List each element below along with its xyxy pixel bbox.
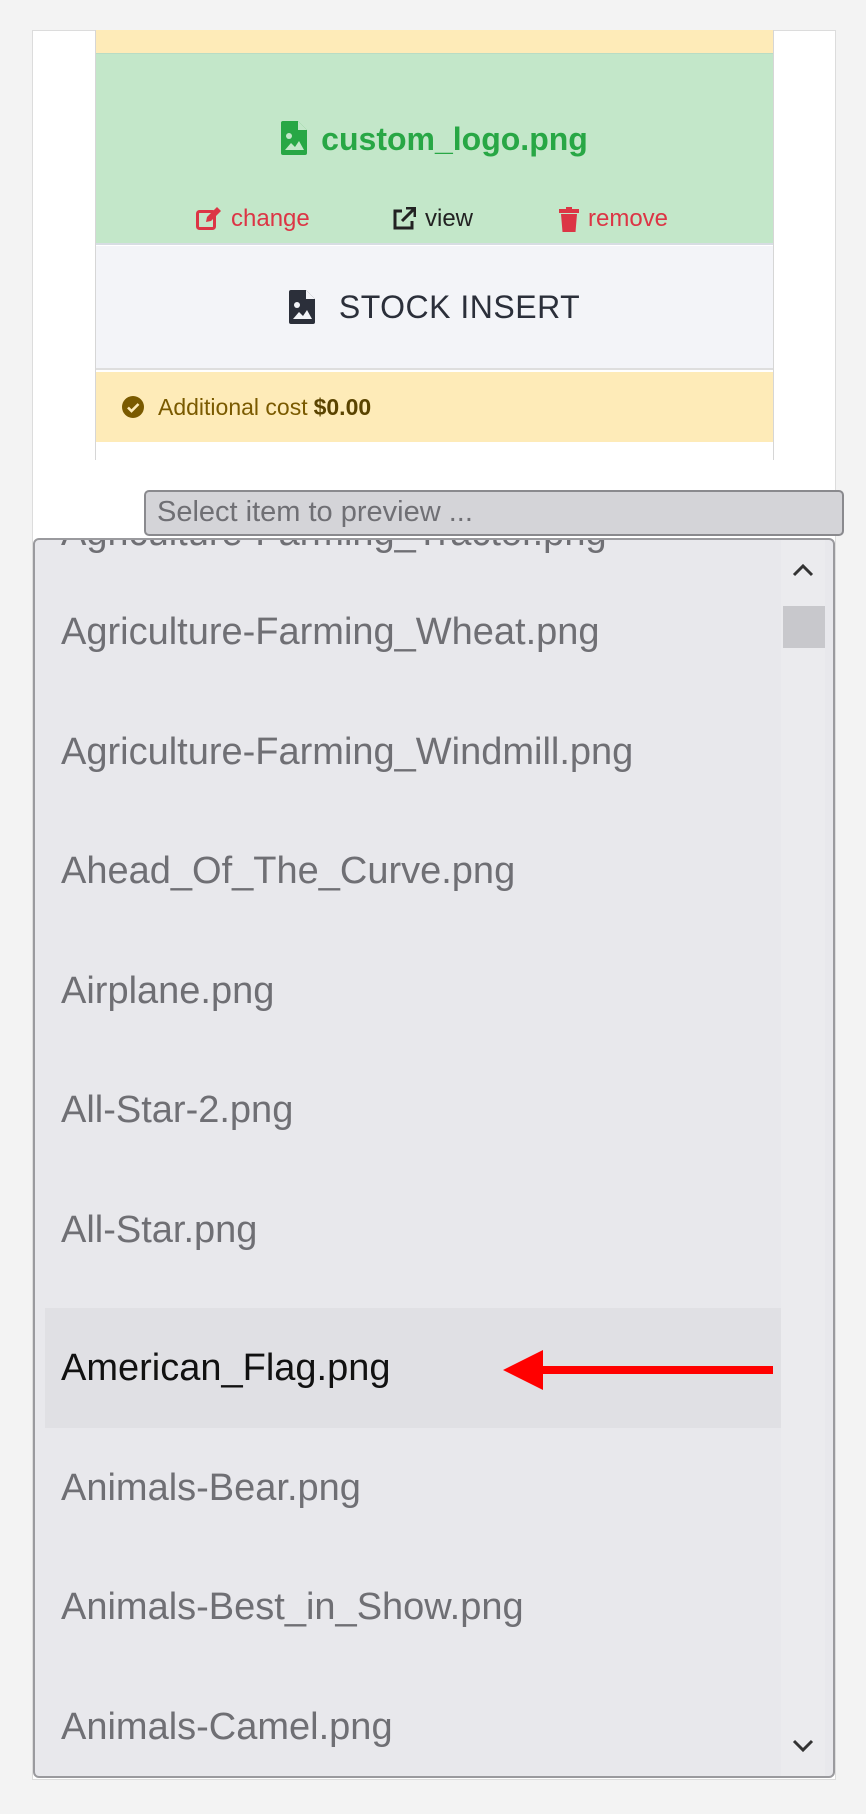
option-item[interactable]: Agriculture-Farming_Windmill.png [45,692,781,812]
file-image-icon [281,121,308,155]
select-placeholder: Select item to preview ... [157,496,473,528]
option-item[interactable]: Ahead_Of_The_Curve.png [45,811,781,931]
option-item[interactable]: Airplane.png [45,931,781,1051]
external-link-icon [393,207,416,230]
option-item[interactable]: All-Star.png [45,1170,781,1290]
scrollbar-thumb[interactable] [783,606,825,648]
stock-insert-button[interactable]: STOCK INSERT [96,246,773,370]
change-label: change [231,205,310,232]
notice-amount: $0.00 [313,393,372,420]
partial-option[interactable]: Agriculture-Farming_Tractor.png [61,540,607,555]
option-item[interactable]: Animals-Best_in_Show.png [45,1547,781,1667]
view-button[interactable]: view [392,204,473,234]
scroll-down-button[interactable] [781,1726,825,1766]
remove-label: remove [588,205,669,232]
option-item[interactable]: Animals-Camel.png [45,1667,781,1776]
option-label: American_Flag.png [61,1347,391,1389]
chevron-down-icon [792,1739,814,1753]
option-item[interactable]: Agriculture-Farming_Wheat.png [45,572,781,692]
preview-item-select[interactable]: Select item to preview ... [144,490,844,536]
change-button[interactable]: change [196,204,310,234]
red-arrow-annotation [503,1350,773,1390]
preview-dropdown-list[interactable]: Agriculture-Farming_Tractor.png Agricult… [33,538,835,1778]
option-item[interactable]: Animals-Bear.png [45,1428,781,1548]
upload-panel: custom_logo.png change view remove STOCK… [95,30,774,460]
scroll-up-button[interactable] [781,550,825,590]
uploaded-file-card: custom_logo.png change view remove [96,54,773,245]
view-label: view [425,205,474,232]
trash-icon [559,206,579,232]
stock-insert-label: STOCK INSERT [338,288,581,325]
file-image-icon [288,290,315,324]
chevron-up-icon [792,563,814,577]
top-warning-strip [96,30,773,54]
file-title: custom_logo.png [96,120,773,158]
file-name: custom_logo.png [321,121,588,157]
edit-icon [196,207,221,230]
notice-text: Additional cost [158,393,308,420]
remove-button[interactable]: remove [559,204,668,234]
option-item[interactable]: All-Star-2.png [45,1050,781,1170]
check-circle-icon [122,396,144,418]
additional-cost-notice: Additional cost $0.00 [96,372,773,442]
option-list: Agriculture-Farming_Tractor.png Agricult… [35,540,783,1776]
scrollbar[interactable] [781,540,825,1776]
option-item-highlighted[interactable]: American_Flag.png [45,1308,781,1428]
